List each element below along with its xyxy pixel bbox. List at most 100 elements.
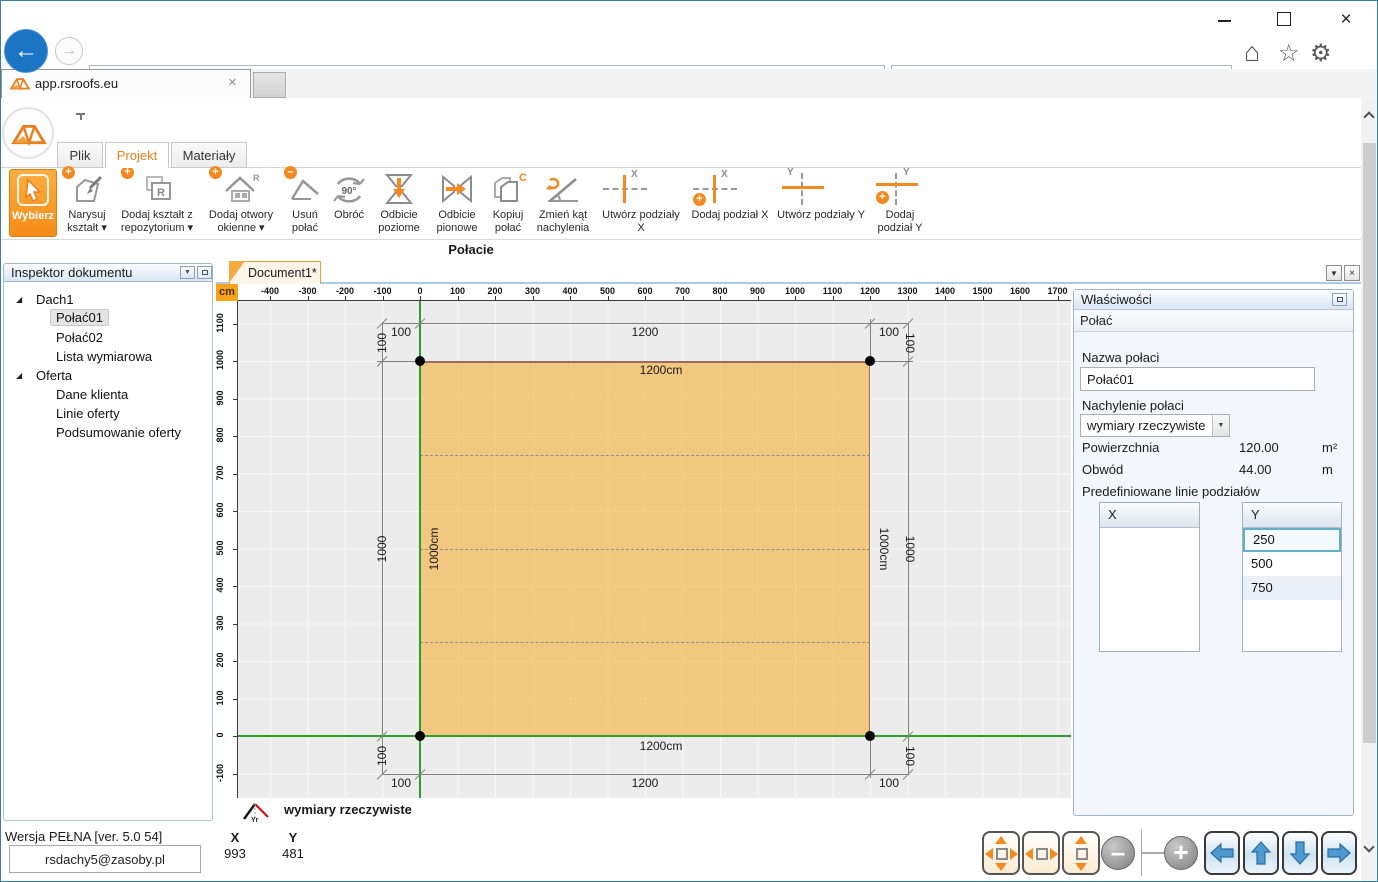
drawing-canvas[interactable]: 100 1200 100 100 1200 100 100 1000 100 1… bbox=[238, 301, 1071, 798]
document-tabs-dropdown-button[interactable]: ▼ bbox=[1326, 265, 1342, 281]
tab-close-icon[interactable]: × bbox=[228, 74, 237, 91]
pan-up-button[interactable] bbox=[1243, 831, 1279, 875]
zoom-out-button[interactable]: – bbox=[1101, 836, 1135, 870]
ruler-tick-label: 1300 bbox=[888, 286, 928, 296]
ruler-horizontal: -400-300-200-100010020030040050060070080… bbox=[238, 284, 1071, 301]
ribbon-button-rotate[interactable]: 90° Obróć bbox=[329, 169, 369, 237]
zoom-fit-all-button[interactable] bbox=[982, 831, 1020, 875]
plus-badge-icon: + bbox=[209, 166, 222, 179]
tree-expander-icon[interactable]: ◢ bbox=[16, 371, 22, 380]
ribbon-button-select[interactable]: Wybierz bbox=[9, 169, 57, 237]
draw-shape-icon: + bbox=[61, 169, 113, 209]
properties-minimize-button[interactable] bbox=[1332, 293, 1347, 306]
division-line-y bbox=[420, 455, 870, 456]
inspector-minimize-button[interactable] bbox=[197, 266, 212, 279]
version-label: Wersja PEŁNA [ver. 5.0 54] bbox=[5, 829, 162, 844]
pan-right-button[interactable] bbox=[1321, 831, 1357, 875]
zoom-fit-width-button[interactable] bbox=[1022, 831, 1060, 875]
vertex-dot[interactable] bbox=[415, 356, 425, 366]
ribbon-button-add-shape-from-repository[interactable]: R + Dodaj kształt z repozytorium ▾ bbox=[115, 169, 199, 237]
ribbon-button-add-division-x[interactable]: X + Dodaj podział X bbox=[687, 169, 773, 237]
browser-tab-strip: app.rsroofs.eu × bbox=[1, 69, 1378, 98]
area-label: Powierzchnia bbox=[1082, 440, 1159, 455]
perimeter-label: Obwód bbox=[1082, 462, 1123, 477]
divisions-x-listbox[interactable]: X bbox=[1099, 502, 1200, 652]
tree-item-dane-klienta[interactable]: Dane klienta bbox=[56, 387, 128, 402]
page-scrollbar[interactable] bbox=[1361, 98, 1378, 882]
home-icon[interactable]: ⌂ bbox=[1244, 37, 1260, 68]
window-maximize-button[interactable] bbox=[1271, 9, 1297, 31]
ruler-tick-label: 100 bbox=[438, 286, 478, 296]
y-division-row[interactable]: 250 bbox=[1243, 528, 1341, 552]
dim-label-left-mid: 1000 bbox=[375, 529, 389, 569]
tree-item-linie-oferty[interactable]: Linie oferty bbox=[56, 406, 120, 421]
tree-item-podsumowanie-oferty[interactable]: Podsumowanie oferty bbox=[56, 425, 181, 440]
roof-name-input[interactable] bbox=[1080, 367, 1315, 391]
y-division-row[interactable]: 750 bbox=[1243, 576, 1341, 600]
fit-height-icon bbox=[1076, 848, 1088, 860]
ruler-tick-label: 700 bbox=[216, 458, 225, 488]
tree-expander-icon[interactable]: ◢ bbox=[16, 295, 22, 304]
dimension-line-top bbox=[382, 323, 908, 324]
y-division-row[interactable]: 500 bbox=[1243, 552, 1341, 576]
tree-item-dach1[interactable]: Dach1 bbox=[36, 292, 74, 307]
browser-tab[interactable]: app.rsroofs.eu × bbox=[1, 69, 251, 98]
ruler-tick-label: 0 bbox=[400, 286, 440, 296]
ribbon-tab-plik[interactable]: Plik bbox=[57, 142, 103, 168]
divisions-y-listbox[interactable]: Y 250500750 bbox=[1242, 502, 1342, 652]
ribbon-button-flip-horizontal[interactable]: Odbicie poziome bbox=[371, 169, 427, 237]
inspector-dropdown-button[interactable]: ▼ bbox=[180, 266, 195, 279]
ribbon-button-create-divisions-y[interactable]: Y Utwórz podziały Y bbox=[775, 169, 867, 237]
document-tab-close-button[interactable]: × bbox=[1344, 265, 1360, 281]
add-division-x-icon: X + bbox=[687, 169, 773, 209]
app-logo[interactable] bbox=[2, 107, 54, 159]
window-minimize-button[interactable] bbox=[1211, 9, 1237, 31]
ruler-tick-label: 600 bbox=[625, 286, 665, 296]
ribbon-button-flip-vertical[interactable]: Odbicie pionowe bbox=[429, 169, 485, 237]
ribbon-tab-projekt[interactable]: Projekt bbox=[105, 142, 169, 168]
edge-label-top: 1200cm bbox=[631, 363, 691, 377]
forward-button[interactable]: → bbox=[55, 37, 83, 65]
scrollbar-thumb[interactable] bbox=[1363, 143, 1376, 743]
tree-item-lista-wymiarowa[interactable]: Lista wymiarowa bbox=[56, 349, 152, 364]
scroll-down-icon[interactable] bbox=[1363, 841, 1374, 852]
combobox-dropdown-icon[interactable]: ▼ bbox=[1212, 415, 1229, 436]
browser-navbar: ▼ ↻ ▼ ⌂ ☆ ⚙ bbox=[1, 31, 1378, 69]
tree-item-oferta[interactable]: Oferta bbox=[36, 368, 72, 383]
window-close-button[interactable]: × bbox=[1333, 9, 1359, 31]
zoom-fit-height-button[interactable] bbox=[1062, 831, 1100, 875]
ribbon-button-draw-shape[interactable]: + Narysuj kształt ▾ bbox=[61, 169, 113, 237]
ribbon-tab-materialy[interactable]: Materiały bbox=[171, 142, 247, 168]
drawing-viewport[interactable]: cm -400-300-200-100010020030040050060070… bbox=[216, 284, 1071, 798]
pan-down-button[interactable] bbox=[1282, 831, 1318, 875]
zoom-in-button[interactable]: + bbox=[1164, 836, 1198, 870]
y-list-header: Y bbox=[1243, 503, 1341, 528]
settings-gear-icon[interactable]: ⚙ bbox=[1310, 39, 1332, 68]
minimize-icon bbox=[1218, 20, 1231, 22]
vertex-dot[interactable] bbox=[865, 356, 875, 366]
new-tab-button[interactable] bbox=[253, 72, 286, 98]
document-tab[interactable]: Document1* bbox=[229, 261, 321, 284]
favorites-star-icon[interactable]: ☆ bbox=[1278, 39, 1300, 68]
properties-panel-header[interactable]: Właściwości bbox=[1074, 290, 1353, 310]
back-button[interactable]: ← bbox=[4, 29, 48, 73]
ribbon-button-add-division-y[interactable]: Y + Dodaj podział Y bbox=[869, 169, 931, 237]
ribbon-button-change-slope-angle[interactable]: Zmień kąt nachylenia bbox=[531, 169, 595, 237]
inspector-panel-header[interactable]: Inspektor dokumentu ▼ bbox=[3, 263, 213, 282]
ribbon-button-delete-roof-face[interactable]: – Usuń połać bbox=[283, 169, 327, 237]
vertex-dot[interactable] bbox=[865, 731, 875, 741]
slope-combobox[interactable]: wymiary rzeczywiste ▼ bbox=[1080, 414, 1230, 437]
ribbon-button-copy-roof-face[interactable]: C Kopiuj połać bbox=[487, 169, 529, 237]
slope-angle-icon bbox=[531, 169, 595, 209]
area-value: 120.00 bbox=[1239, 440, 1279, 455]
ruler-unit-label: cm bbox=[216, 284, 238, 301]
ribbon-button-add-window-openings[interactable]: R + Dodaj otwory okienne ▾ bbox=[201, 169, 281, 237]
plus-badge-icon: + bbox=[876, 191, 889, 204]
tree-item-po-a-01[interactable]: Połać01 bbox=[50, 309, 109, 326]
ribbon-button-create-divisions-x[interactable]: X Utwórz podziały X bbox=[597, 169, 685, 237]
vertex-dot[interactable] bbox=[415, 731, 425, 741]
tree-item-po-a-02[interactable]: Połać02 bbox=[56, 330, 103, 345]
pan-left-button[interactable] bbox=[1204, 831, 1240, 875]
scroll-up-icon[interactable] bbox=[1363, 111, 1374, 122]
document-tab-title: Document1* bbox=[248, 266, 317, 280]
